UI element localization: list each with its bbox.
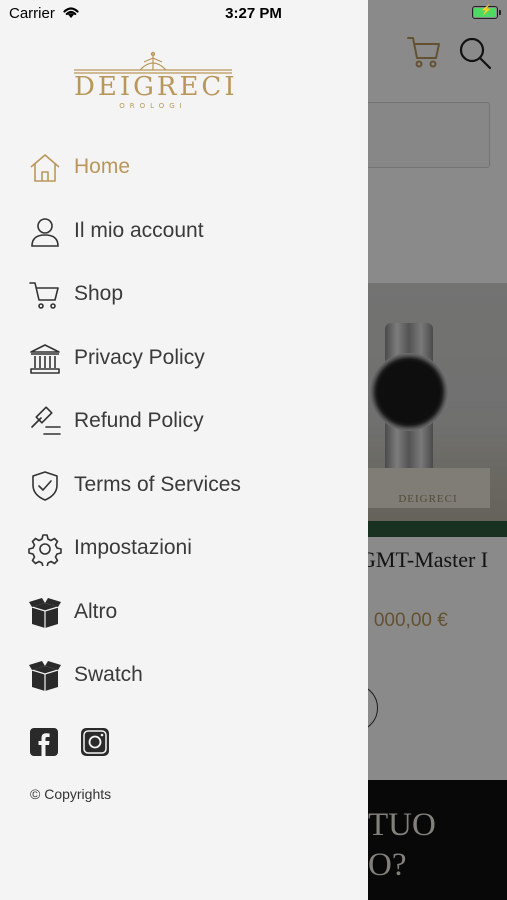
menu-label-account: Il mio account: [74, 219, 204, 242]
logo-sub-text: OROLOGI: [119, 102, 187, 110]
side-drawer: DEIGRECI OROLOGI Home Il mio account Sho…: [0, 0, 368, 900]
copyright-text: © Copyrights: [30, 786, 112, 802]
menu-label-home: Home: [74, 155, 131, 178]
gavel-icon: [28, 405, 62, 439]
brand-logo[interactable]: DEIGRECI OROLOGI: [74, 50, 238, 112]
box-icon: [28, 596, 62, 630]
menu-label-privacy-policy: Privacy Policy: [74, 346, 205, 369]
menu-label-refund-policy: Refund Policy: [74, 409, 204, 432]
home-icon: [28, 151, 62, 185]
gear-icon: [28, 532, 62, 568]
menu-item-shop[interactable]: Shop: [0, 270, 368, 318]
cart-icon: [28, 278, 62, 312]
box-icon: [28, 659, 62, 693]
bank-icon: [28, 342, 62, 376]
facebook-icon[interactable]: [30, 728, 58, 756]
user-icon: [28, 215, 62, 249]
menu-label-terms: Terms of Services: [74, 473, 241, 496]
menu-item-swatch[interactable]: Swatch: [0, 651, 368, 699]
menu-label-altro: Altro: [74, 600, 118, 623]
logo-brand-text: DEIGRECI: [74, 72, 238, 102]
menu-item-refund-policy[interactable]: Refund Policy: [0, 397, 368, 445]
battery-icon: ⚡: [472, 5, 501, 19]
status-bar: Carrier 3:27 PM ⚡: [0, 0, 507, 26]
menu-label-swatch: Swatch: [74, 663, 143, 686]
menu-item-home[interactable]: Home: [0, 143, 368, 191]
clock: 3:27 PM: [225, 5, 282, 22]
shield-check-icon: [28, 469, 62, 503]
menu-item-settings[interactable]: Impostazioni: [0, 524, 368, 572]
menu-label-settings: Impostazioni: [74, 536, 192, 559]
menu-item-account[interactable]: Il mio account: [0, 207, 368, 255]
menu-item-altro[interactable]: Altro: [0, 588, 368, 636]
menu-item-privacy-policy[interactable]: Privacy Policy: [0, 334, 368, 382]
menu-label-shop: Shop: [74, 282, 124, 305]
instagram-icon[interactable]: [81, 728, 109, 756]
menu-item-terms[interactable]: Terms of Services: [0, 461, 368, 509]
charging-bolt-icon: ⚡: [480, 5, 493, 16]
